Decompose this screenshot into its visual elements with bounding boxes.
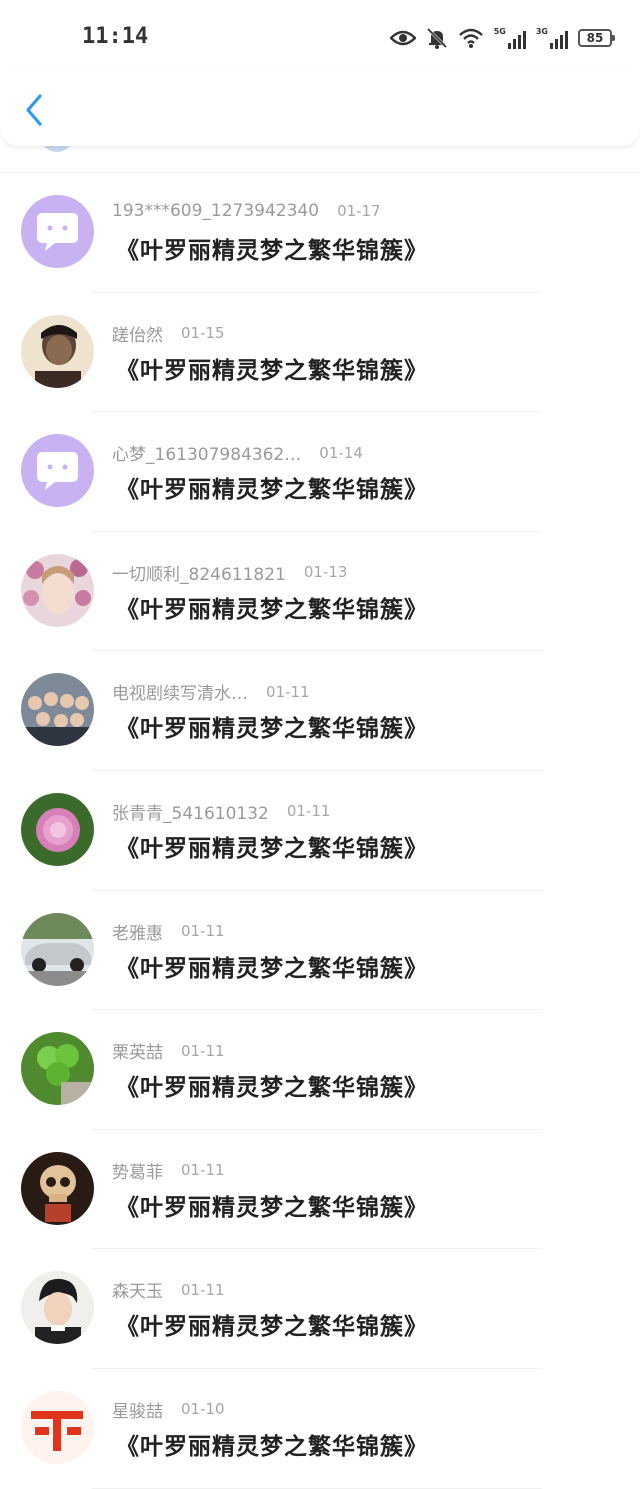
comment-date: 01-14 bbox=[319, 443, 363, 462]
comment-text: 《叶罗丽精灵梦之繁华锦簇》 bbox=[116, 716, 428, 743]
comment-text: 《叶罗丽精灵梦之繁华锦簇》 bbox=[116, 477, 428, 504]
list-item[interactable]: 势葛菲 01-11 《叶罗丽精灵梦之繁华锦簇》 bbox=[0, 1130, 640, 1250]
comment-text: 《叶罗丽精灵梦之繁华锦簇》 bbox=[116, 357, 428, 384]
comment-text: 《叶罗丽精灵梦之繁华锦簇》 bbox=[116, 955, 428, 982]
comment-meta: 一切顺利_824611821 01-13 bbox=[112, 560, 347, 585]
chevron-left-icon bbox=[26, 94, 42, 126]
comment-meta: 心梦_161307984362… 01-14 bbox=[112, 440, 363, 466]
comment-meta: 森天玉 01-11 bbox=[112, 1277, 225, 1303]
signal-3g-icon: 3G bbox=[536, 27, 568, 49]
comment-text: 《叶罗丽精灵梦之繁华锦簇》 bbox=[116, 238, 428, 264]
comment-date: 01-11 bbox=[181, 922, 225, 941]
avatar[interactable] bbox=[21, 1151, 94, 1225]
signal-5g-icon: 5G bbox=[494, 27, 526, 49]
comment-text: 《叶罗丽精灵梦之繁华锦簇》 bbox=[116, 1314, 428, 1341]
header-bar bbox=[0, 70, 640, 146]
battery-icon: 85 bbox=[578, 29, 615, 47]
comment-date: 01-11 bbox=[286, 802, 331, 821]
list-item[interactable]: 老雅惠 01-11 《叶罗丽精灵梦之繁华锦簇》 bbox=[0, 891, 640, 1011]
comment-date: 01-11 bbox=[181, 1161, 225, 1180]
comment-text: 《叶罗丽精灵梦之繁华锦簇》 bbox=[116, 1194, 428, 1221]
wifi-icon bbox=[458, 27, 484, 49]
avatar[interactable] bbox=[21, 792, 94, 866]
avatar[interactable] bbox=[21, 314, 94, 388]
avatar[interactable] bbox=[21, 912, 94, 986]
eye-icon bbox=[389, 29, 416, 47]
comment-text: 《叶罗丽精灵梦之繁华锦簇》 bbox=[116, 1433, 428, 1460]
avatar[interactable] bbox=[21, 1390, 94, 1464]
comment-meta: 栗英喆 01-11 bbox=[112, 1038, 225, 1064]
list-item[interactable]: 森天玉 01-11 《叶罗丽精灵梦之繁华锦簇》 bbox=[0, 1249, 640, 1369]
comment-text: 《叶罗丽精灵梦之繁华锦簇》 bbox=[116, 596, 428, 623]
status-bar: 11:14 5G 3G 85 bbox=[0, 0, 640, 70]
comment-text: 《叶罗丽精灵梦之繁华锦簇》 bbox=[116, 1075, 428, 1102]
comment-date: 01-15 bbox=[181, 324, 225, 343]
comment-meta: 电视剧续写清水… 01-11 bbox=[112, 679, 310, 705]
comment-meta: 193***609_1273942340 01-17 bbox=[112, 201, 381, 221]
comment-date: 01-13 bbox=[303, 563, 348, 582]
comment-meta: 老雅惠 01-11 bbox=[112, 919, 225, 944]
list-item[interactable]: 栗英喆 01-11 《叶罗丽精灵梦之繁华锦簇》 bbox=[0, 1010, 640, 1130]
list-item[interactable]: 电视剧续写清水… 01-11 《叶罗丽精灵梦之繁华锦簇》 bbox=[0, 651, 640, 771]
user-name[interactable]: 心梦_161307984362… bbox=[112, 440, 301, 465]
user-name[interactable]: 势葛菲 bbox=[112, 1158, 163, 1183]
divider bbox=[92, 1487, 542, 1489]
back-button[interactable] bbox=[18, 90, 50, 130]
battery-level: 85 bbox=[586, 31, 604, 45]
list-item[interactable]: 心梦_161307984362… 01-14 《叶罗丽精灵梦之繁华锦簇》 bbox=[0, 412, 640, 532]
avatar[interactable] bbox=[21, 673, 94, 747]
comment-list: 193***609_1273942340 01-17 《叶罗丽精灵梦之繁华锦簇》… bbox=[0, 173, 640, 1489]
user-name[interactable]: 老雅惠 bbox=[112, 919, 163, 944]
bell-mute-icon bbox=[426, 27, 448, 49]
user-name[interactable]: 星骏喆 bbox=[112, 1397, 163, 1422]
user-name[interactable]: 张青青_541610132 bbox=[112, 799, 269, 824]
user-name[interactable]: 193***609_1273942340 bbox=[112, 201, 319, 221]
comment-date: 01-11 bbox=[266, 682, 310, 701]
user-name[interactable]: 一切顺利_824611821 bbox=[112, 560, 286, 585]
comment-date: 01-10 bbox=[181, 1400, 225, 1419]
user-name[interactable]: 蹉佁然 bbox=[112, 321, 163, 346]
comment-date: 01-11 bbox=[181, 1041, 225, 1060]
list-item[interactable]: 蹉佁然 01-15 《叶罗丽精灵梦之繁华锦簇》 bbox=[0, 293, 640, 413]
list-item[interactable]: 星骏喆 01-10 《叶罗丽精灵梦之繁华锦簇》 bbox=[0, 1369, 640, 1489]
avatar[interactable] bbox=[21, 553, 94, 627]
user-name[interactable]: 电视剧续写清水… bbox=[112, 679, 248, 704]
user-name[interactable]: 栗英喆 bbox=[112, 1038, 163, 1063]
comment-meta: 星骏喆 01-10 bbox=[112, 1397, 225, 1422]
list-item[interactable]: 193***609_1273942340 01-17 《叶罗丽精灵梦之繁华锦簇》 bbox=[0, 173, 640, 293]
comment-meta: 蹉佁然 01-15 bbox=[112, 321, 225, 346]
list-item[interactable]: 张青青_541610132 01-11 《叶罗丽精灵梦之繁华锦簇》 bbox=[0, 771, 640, 891]
status-time: 11:14 bbox=[82, 24, 149, 49]
user-name[interactable]: 森天玉 bbox=[112, 1277, 163, 1302]
status-icons: 5G 3G 85 bbox=[389, 24, 615, 52]
avatar[interactable] bbox=[21, 1271, 94, 1345]
comment-text: 《叶罗丽精灵梦之繁华锦簇》 bbox=[116, 835, 428, 862]
comment-meta: 张青青_541610132 01-11 bbox=[112, 799, 330, 824]
list-item[interactable]: 一切顺利_824611821 01-13 《叶罗丽精灵梦之繁华锦簇》 bbox=[0, 532, 640, 652]
comment-meta: 势葛菲 01-11 bbox=[112, 1158, 225, 1183]
comment-date: 01-17 bbox=[337, 202, 381, 220]
avatar[interactable] bbox=[21, 195, 94, 268]
comment-date: 01-11 bbox=[181, 1280, 225, 1299]
avatar[interactable] bbox=[21, 434, 94, 508]
avatar[interactable] bbox=[21, 1032, 94, 1106]
